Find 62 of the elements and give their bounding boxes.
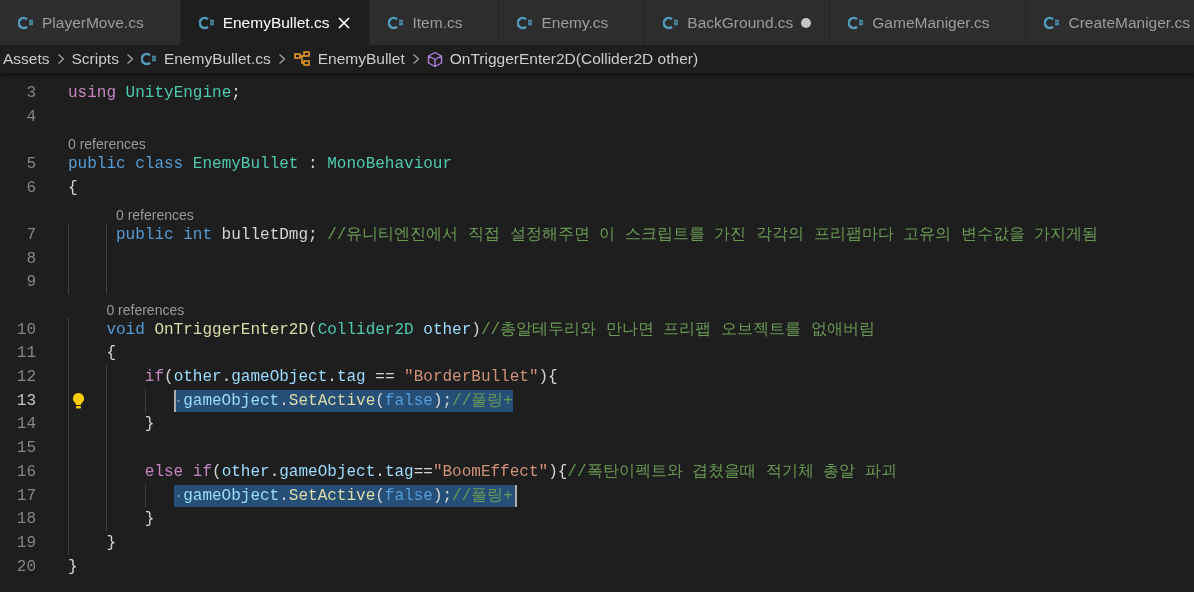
code-line: using UnityEngine; xyxy=(68,82,241,104)
file-type-icon xyxy=(848,15,865,30)
line-number: 12 xyxy=(15,368,36,387)
line-number: 5 xyxy=(25,154,36,173)
line-number: 4 xyxy=(25,107,36,126)
line-number: 14 xyxy=(15,415,36,434)
file-type-icon xyxy=(18,15,34,30)
editor-tab[interactable]: EnemyBullet.cs xyxy=(180,0,371,45)
breadcrumb-item[interactable]: EnemyBullet xyxy=(292,50,405,68)
editor-tab[interactable]: PlayerMove.cs xyxy=(0,0,181,45)
code-line: else if(other.gameObject.tag=="BoomEffect"){//폭탄이펙트와 겹쳤을때 적기체 총알 파괴 xyxy=(144,461,897,483)
editor-tab[interactable]: BackGround.cs xyxy=(645,0,831,45)
dot-icon xyxy=(801,17,812,28)
breadcrumb-item[interactable]: Assets xyxy=(3,50,50,68)
breadcrumb-item[interactable]: OnTriggerEnter2D(Collider2D other) xyxy=(426,50,699,68)
line-number: 16 xyxy=(15,462,36,481)
code-line: void OnTriggerEnter2D(Collider2D other)//총알테두리와 만나면 프리팹 오브젝트를 없애버림 xyxy=(106,319,875,341)
line-number: 3 xyxy=(25,83,36,102)
lightbulb-icon[interactable] xyxy=(70,391,87,410)
codelens-link[interactable]: 0 references xyxy=(68,136,146,153)
chevron-icon xyxy=(411,53,420,65)
codelens-link[interactable]: 0 references xyxy=(116,207,194,224)
line-number: 8 xyxy=(25,249,36,268)
chevron-icon xyxy=(56,53,65,65)
file-type-icon xyxy=(517,15,534,30)
file-type-icon xyxy=(388,15,405,30)
line-number: 18 xyxy=(15,510,36,529)
code-line: } xyxy=(106,532,116,554)
code-line: } xyxy=(144,509,155,531)
editor-tab[interactable]: Enemy.cs xyxy=(499,0,646,45)
line-number: 13 xyxy=(15,391,36,410)
code-line: } xyxy=(144,414,155,436)
cube-icon xyxy=(426,50,443,68)
editor-tab[interactable]: CreateManiger.cs xyxy=(1026,0,1194,45)
line-number: 15 xyxy=(15,439,36,458)
line-number: 19 xyxy=(15,533,36,552)
line-number: 9 xyxy=(25,273,36,292)
editor-tab[interactable]: Item.cs xyxy=(370,0,500,45)
code-line: if(other.gameObject.tag == "BorderBullet"){ xyxy=(144,367,558,389)
breadcrumb-item[interactable]: Scripts xyxy=(71,50,119,68)
file-type-icon xyxy=(1044,15,1061,30)
line-number: 10 xyxy=(15,320,36,339)
line-number: 6 xyxy=(25,178,36,197)
chevron-icon xyxy=(277,53,286,65)
close-icon[interactable] xyxy=(337,15,352,30)
code-line: { xyxy=(68,177,78,199)
line-number: 11 xyxy=(15,344,36,363)
code-line: } xyxy=(68,556,78,578)
code-line: public int bulletDmg; //유니티엔진에서 직접 설정해주면 이 스크립트를 가진 각각의 프리팹마다 고유의 변수값을 가지게됨 xyxy=(116,224,1099,246)
line-number: 17 xyxy=(15,486,36,505)
line-number: 7 xyxy=(25,225,36,244)
codelens-link[interactable]: 0 references xyxy=(106,301,185,318)
chevron-icon xyxy=(125,53,134,65)
file-type-icon xyxy=(663,15,680,30)
editor-tab[interactable]: GameManiger.cs xyxy=(830,0,1027,45)
file-type-icon xyxy=(198,15,215,30)
code-line: public class EnemyBullet : MonoBehaviour xyxy=(68,153,453,175)
class-icon xyxy=(292,51,311,67)
breadcrumb-item[interactable]: EnemyBullet.cs xyxy=(140,50,271,68)
line-number: 20 xyxy=(15,557,36,576)
file-type-icon xyxy=(140,52,157,66)
code-line: { xyxy=(106,343,116,365)
